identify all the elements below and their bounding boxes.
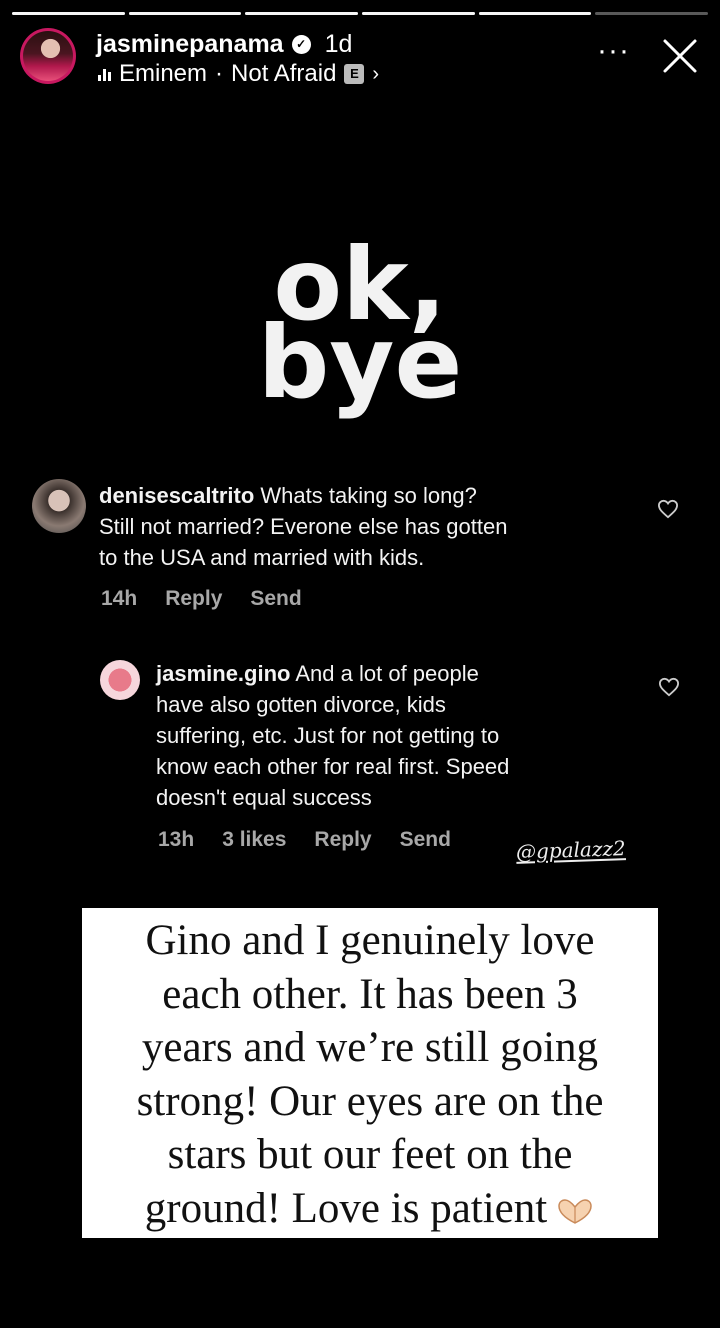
- reply-username[interactable]: jasmine.gino: [156, 661, 290, 686]
- author-username[interactable]: jasminepanama: [96, 30, 284, 59]
- likes-count[interactable]: 3 likes: [222, 828, 286, 852]
- story-header: jasminepanama ✓ 1d Eminem · Not Afraid E…: [20, 28, 700, 92]
- reply-time: 13h: [158, 828, 195, 851]
- music-bars-icon: [98, 67, 111, 81]
- music-title: Not Afraid: [231, 60, 337, 87]
- post-time: 1d: [324, 30, 353, 58]
- comment-meta: 14h Reply Send: [101, 587, 302, 611]
- close-icon[interactable]: [660, 36, 700, 76]
- like-heart-icon[interactable]: [657, 499, 679, 519]
- comment-time: 14h: [101, 587, 138, 610]
- explicit-badge: E: [344, 64, 365, 84]
- story-progress-segment: [128, 12, 242, 15]
- more-options-button[interactable]: ···: [597, 36, 630, 66]
- comment-text: denisescaltrito Whats taking so long? St…: [99, 483, 508, 570]
- send-button[interactable]: Send: [250, 587, 301, 611]
- watermark-handle: @gpalazz2: [515, 836, 627, 864]
- verified-badge-icon: ✓: [291, 35, 311, 54]
- statement-text: Gino and I genuinely love each other. It…: [136, 917, 604, 1232]
- music-artist: Eminem: [119, 60, 208, 87]
- reply-meta: 13h 3 likes Reply Send: [158, 828, 451, 852]
- like-heart-icon[interactable]: [658, 677, 680, 697]
- big-text-line-2: bye: [257, 304, 463, 421]
- reply-button[interactable]: Reply: [314, 828, 371, 852]
- music-separator: ·: [215, 60, 224, 87]
- chevron-right-icon: ›: [372, 62, 380, 85]
- story-progress-bar: [12, 12, 709, 15]
- author-row: jasminepanama ✓ 1d: [96, 30, 352, 59]
- send-button[interactable]: Send: [400, 828, 451, 852]
- comment-username[interactable]: denisescaltrito: [99, 483, 254, 508]
- music-attribution[interactable]: Eminem · Not Afraid E ›: [98, 60, 379, 88]
- reply-avatar[interactable]: [100, 660, 140, 700]
- reply-text: jasmine.gino And a lot of people have al…: [156, 661, 510, 810]
- author-avatar[interactable]: [20, 28, 76, 84]
- commenter-avatar[interactable]: [32, 479, 86, 533]
- statement-text-box: Gino and I genuinely love each other. It…: [82, 908, 658, 1238]
- reply-button[interactable]: Reply: [165, 587, 222, 611]
- story-progress-segment: [12, 12, 125, 15]
- story-progress-segment: [362, 12, 475, 15]
- story-progress-segment: [478, 12, 592, 15]
- heart-hands-icon: [558, 1198, 592, 1224]
- story-progress-segment: [245, 12, 359, 15]
- story-progress-segment: [595, 12, 709, 15]
